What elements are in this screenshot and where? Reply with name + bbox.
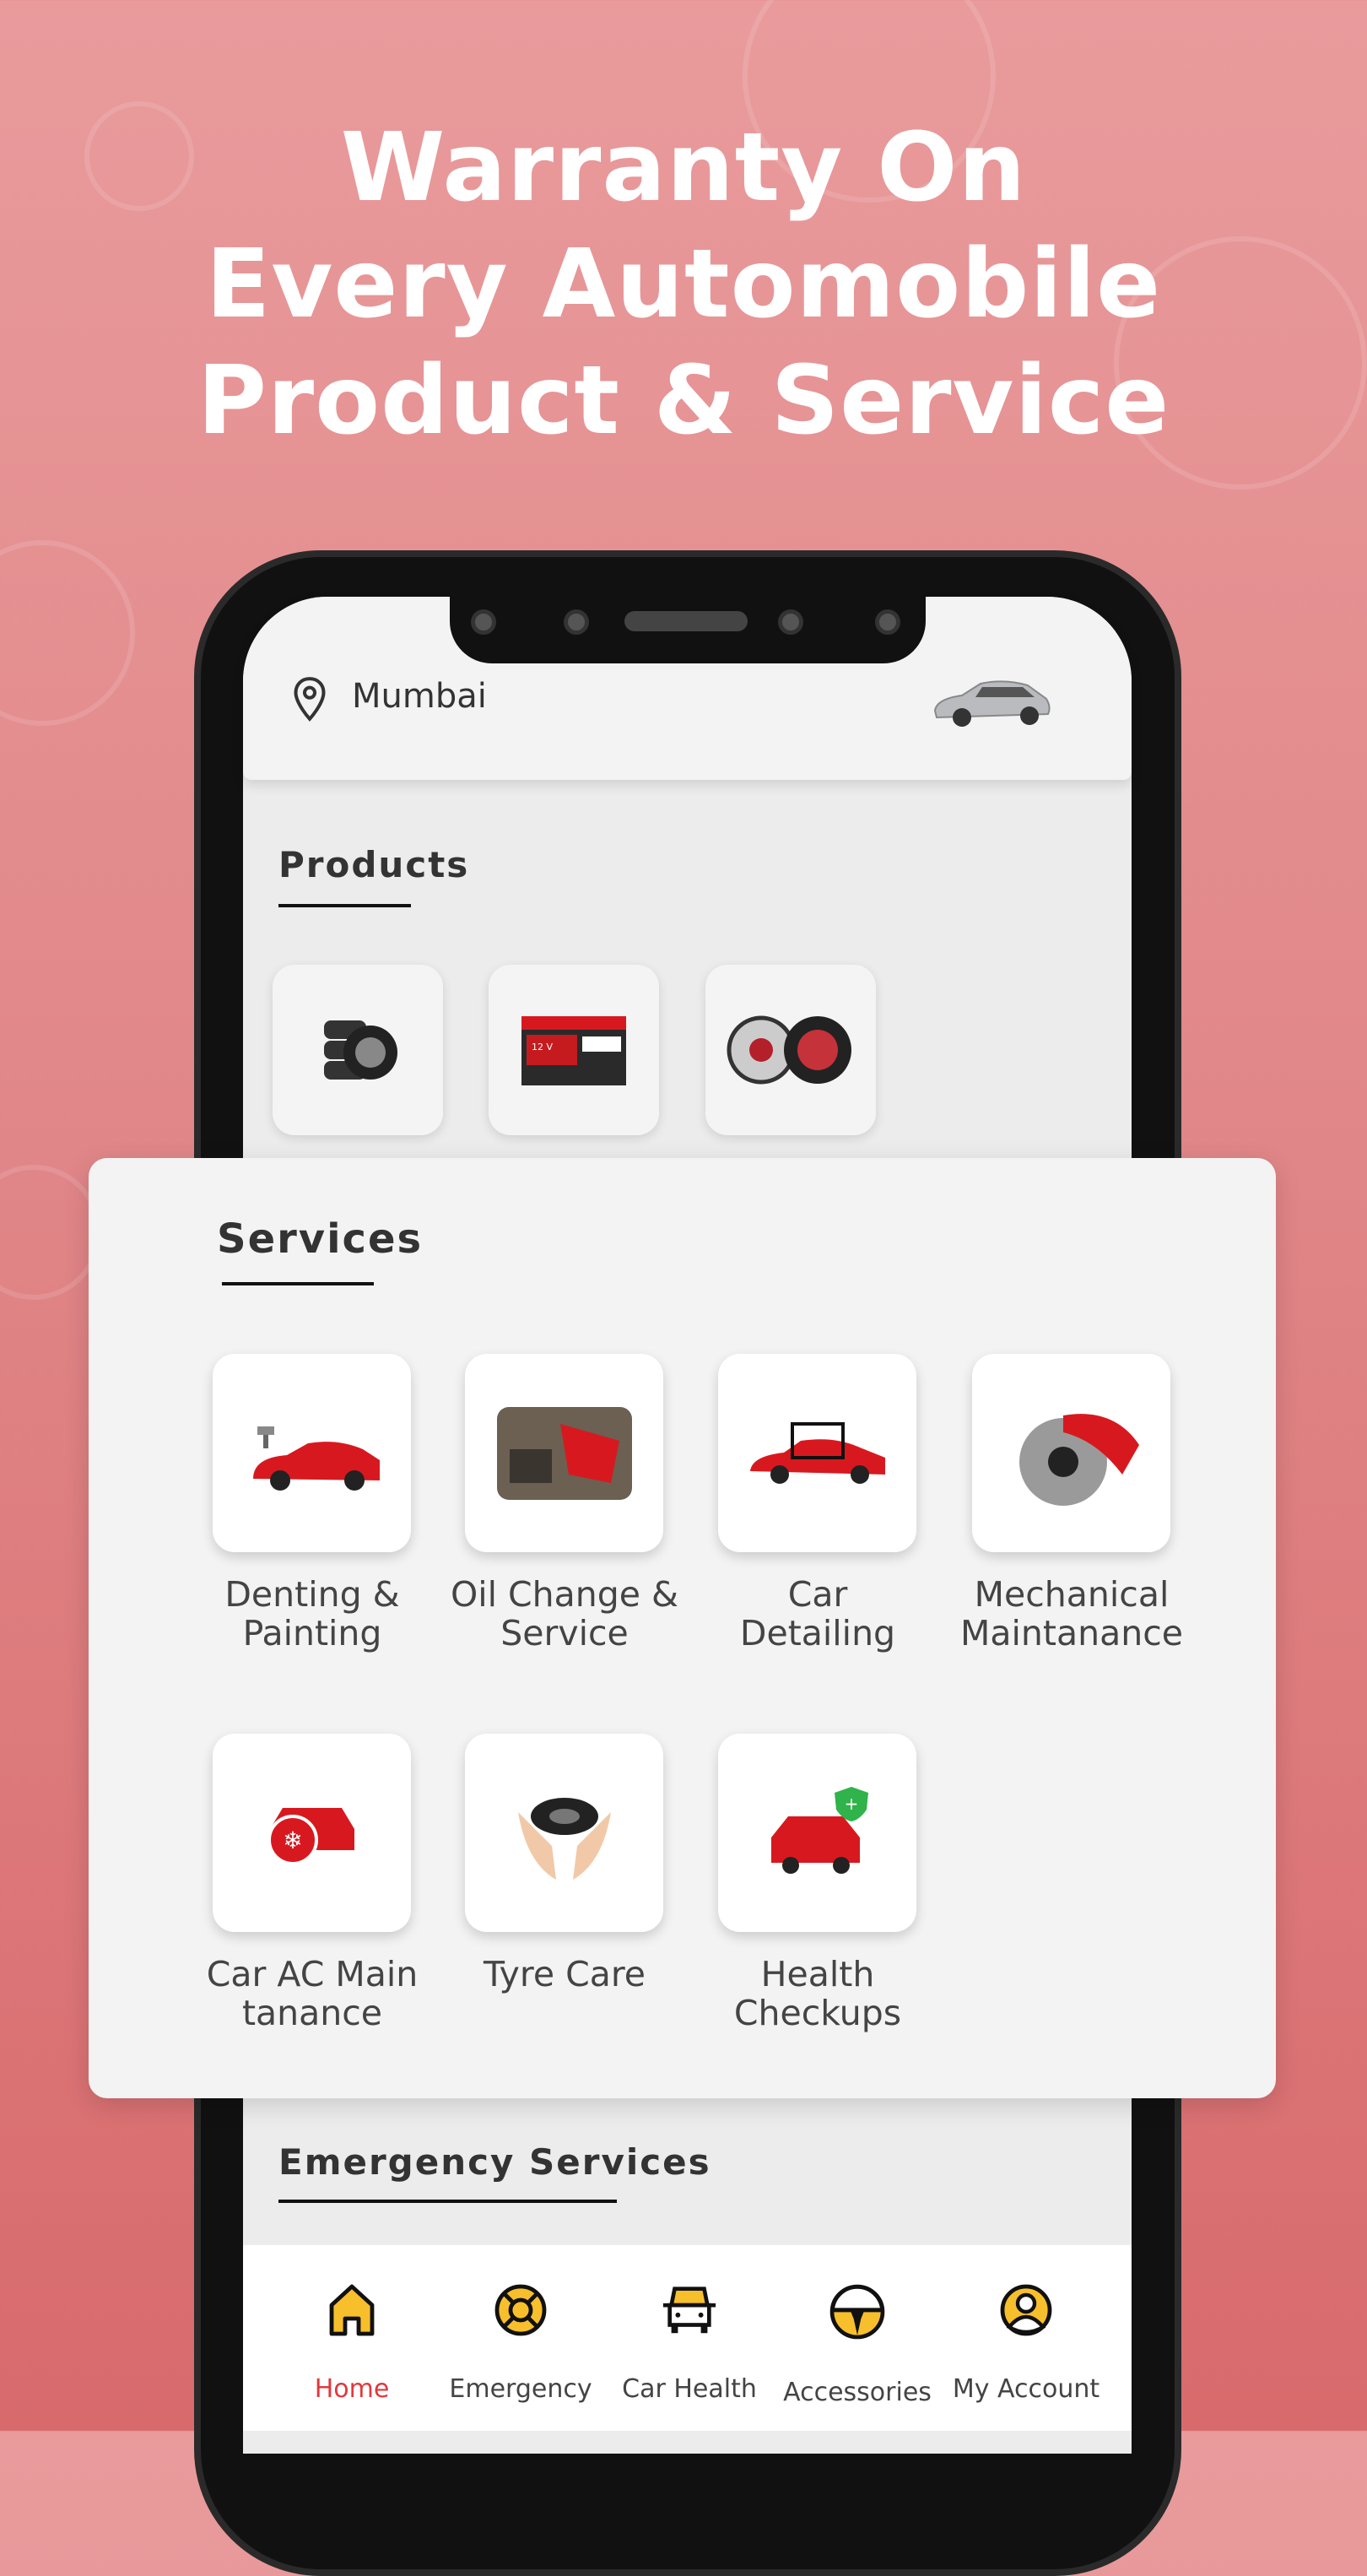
tyre-in-hands-image	[517, 1797, 611, 1880]
headline-line-2: Every Automobile	[205, 230, 1162, 339]
battery-label: 12 V	[532, 1042, 553, 1053]
location-label[interactable]: Mumbai	[352, 677, 487, 716]
nav-label: My Account	[952, 2374, 1100, 2404]
nav-emergency[interactable]: Emergency	[436, 2283, 605, 2404]
service-car-detailing[interactable]	[718, 1354, 916, 1552]
nav-accessories[interactable]: Accessories	[773, 2283, 942, 2407]
background-gauge-icon	[0, 1165, 101, 1300]
nav-label: Accessories	[783, 2378, 932, 2407]
car-icon	[662, 2286, 716, 2334]
service-label: Health Checkups	[733, 1954, 902, 2033]
service-denting-painting[interactable]	[213, 1354, 411, 1552]
service-label: Oil Change & Service	[450, 1574, 679, 1653]
headline: Warranty On Every Automobile Product & S…	[0, 110, 1367, 459]
car-ac-image: ❄	[267, 1807, 354, 1865]
svg-text:+: +	[844, 1794, 858, 1814]
nav-home[interactable]: Home	[267, 2283, 436, 2404]
service-label: Mechanical Maintanance	[960, 1574, 1183, 1653]
service-oil-change[interactable]	[465, 1354, 663, 1552]
product-tyres[interactable]	[273, 965, 443, 1135]
svg-text:❄: ❄	[283, 1826, 302, 1854]
nav-car-health[interactable]: Car Health	[605, 2283, 774, 2404]
car-spray-paint-image	[252, 1426, 380, 1491]
emergency-underline	[278, 2200, 617, 2203]
nav-label: Emergency	[449, 2374, 592, 2404]
car-health-shield-image: +	[770, 1786, 868, 1874]
user-circle-icon	[1000, 2284, 1052, 2336]
nav-my-account[interactable]: My Account	[942, 2283, 1110, 2404]
emergency-services-title: Emergency Services	[278, 2141, 711, 2183]
home-icon	[329, 2284, 375, 2336]
service-label: Tyre Care	[483, 1954, 646, 1994]
service-label: Car AC Main tanance	[206, 1954, 419, 2033]
sensor-icon	[564, 609, 589, 635]
background-gauge-icon	[0, 540, 135, 726]
car-speakers-image	[727, 1015, 851, 1085]
car-detailing-image	[749, 1421, 885, 1484]
car-battery-image: 12 V	[521, 1016, 626, 1085]
service-tyre-care[interactable]	[465, 1734, 663, 1932]
products-underline	[278, 904, 411, 907]
lifebuoy-icon	[494, 2284, 547, 2336]
products-title: Products	[278, 844, 470, 885]
service-label: Car Detailing	[739, 1574, 896, 1653]
engine-oil-image	[496, 1406, 632, 1500]
map-pin-icon[interactable]	[291, 675, 328, 726]
brake-disc-image	[1018, 1413, 1139, 1506]
services-title: Services	[217, 1215, 424, 1263]
sensor-icon	[471, 609, 496, 635]
nav-label: Home	[314, 2374, 390, 2404]
services-underline	[222, 1282, 374, 1285]
headline-line-1: Warranty On	[340, 113, 1027, 223]
headline-line-3: Product & Service	[197, 346, 1170, 456]
product-speakers[interactable]	[705, 965, 876, 1135]
product-battery[interactable]: 12 V	[489, 965, 659, 1135]
car-profile-image[interactable]	[928, 667, 1055, 738]
service-mechanical[interactable]	[972, 1354, 1170, 1552]
service-car-ac[interactable]: ❄	[213, 1734, 411, 1932]
service-label: Denting & Painting	[224, 1574, 400, 1653]
sensor-icon	[875, 609, 900, 635]
speaker-icon	[624, 611, 748, 631]
nav-label: Car Health	[622, 2374, 757, 2404]
tyres-image	[324, 1020, 397, 1080]
service-health-checkups[interactable]: +	[718, 1734, 916, 1932]
camera-icon	[778, 609, 803, 635]
steering-wheel-icon	[829, 2284, 885, 2340]
